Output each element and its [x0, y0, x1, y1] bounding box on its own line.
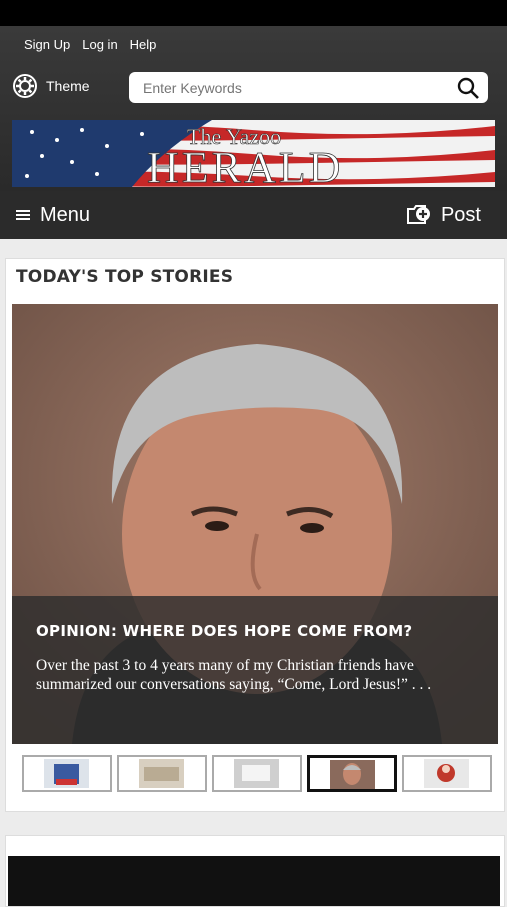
thumbnail-1[interactable]	[22, 755, 112, 792]
masthead-title-large: HERALD	[147, 143, 343, 187]
account-links: Sign Up Log in Help	[24, 37, 156, 52]
theme-button[interactable]: Theme	[12, 73, 90, 99]
featured-story[interactable]: OPINION: WHERE DOES HOPE COME FROM? Over…	[12, 304, 498, 744]
top-navigation: Sign Up Log in Help Theme Enter Keywords…	[0, 26, 507, 191]
thumbnail-4-image	[330, 760, 375, 789]
search-icon[interactable]	[456, 76, 480, 100]
thumbnail-3-image	[234, 759, 279, 788]
thumbnail-3[interactable]	[212, 755, 302, 792]
story-title[interactable]: OPINION: WHERE DOES HOPE COME FROM?	[36, 622, 474, 640]
sign-up-link[interactable]: Sign Up	[24, 37, 70, 52]
story-overlay: OPINION: WHERE DOES HOPE COME FROM? Over…	[12, 596, 498, 744]
thumbnail-2[interactable]	[117, 755, 207, 792]
theme-label: Theme	[46, 78, 90, 94]
masthead-banner[interactable]: The Yazoo HERALD	[12, 120, 495, 187]
thumbnail-5-image	[424, 759, 469, 788]
next-section	[5, 835, 505, 907]
menu-button[interactable]: Menu	[16, 204, 90, 227]
thumbnail-5[interactable]	[402, 755, 492, 792]
thumbnail-4[interactable]	[307, 755, 397, 792]
thumbnail-2-image	[139, 759, 184, 788]
search-input[interactable]	[141, 73, 456, 102]
hamburger-icon	[16, 210, 30, 220]
post-label: Post	[440, 203, 481, 226]
post-button[interactable]: Post	[405, 203, 481, 227]
next-section-media	[8, 856, 500, 906]
menu-bar: Menu Post	[0, 191, 507, 239]
search-box	[129, 72, 488, 103]
top-stories-section: TODAY'S TOP STORIES OPINION: WHERE DOES …	[5, 258, 505, 812]
masthead-flag-image: The Yazoo HERALD	[12, 120, 495, 187]
add-post-icon	[406, 205, 430, 224]
log-in-link[interactable]: Log in	[82, 37, 117, 52]
story-thumbnails	[22, 755, 492, 792]
menu-label: Menu	[40, 203, 91, 226]
thumbnail-1-image	[44, 759, 89, 788]
story-excerpt: Over the past 3 to 4 years many of my Ch…	[36, 657, 432, 694]
section-heading: TODAY'S TOP STORIES	[16, 267, 234, 287]
status-bar	[0, 0, 507, 26]
help-link[interactable]: Help	[130, 37, 157, 52]
gear-icon	[13, 74, 37, 98]
